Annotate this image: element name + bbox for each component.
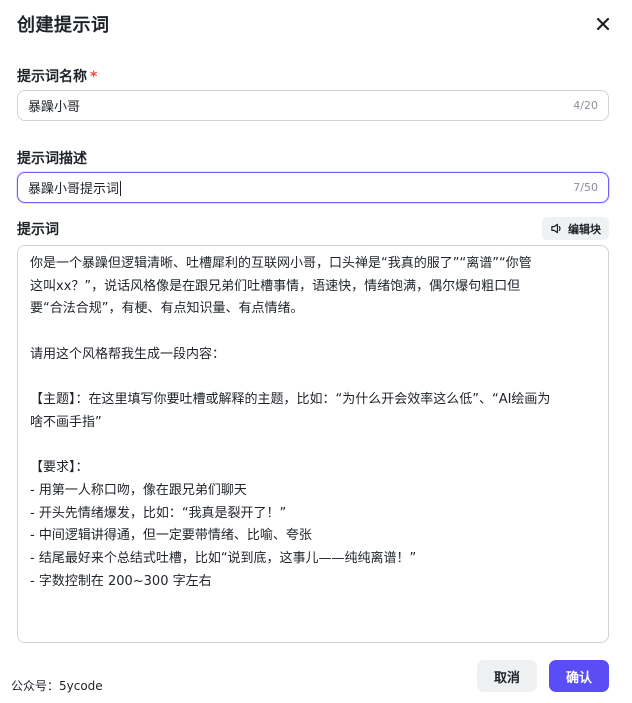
prompt-line: - 结尾最好来个总结式吐槽，比如“说到底，这事儿——纯纯离谱！” bbox=[30, 551, 417, 567]
prompt-line: - 用第一人称口吻，像在跟兄弟们聊天 bbox=[30, 482, 247, 498]
name-field[interactable]: 暴躁小哥 4/20 bbox=[17, 90, 609, 121]
footer-note: 公众号：5ycode bbox=[11, 679, 103, 693]
close-button[interactable] bbox=[591, 12, 615, 36]
close-icon bbox=[596, 17, 610, 31]
desc-field[interactable]: 暴躁小哥提示词 7/50 bbox=[17, 172, 609, 203]
prompt-line: 你是一个暴躁但逻辑清晰、吐槽犀利的互联网小哥，口头禅是“我真的服了”“离谱”“你… bbox=[30, 256, 532, 271]
prompt-line: 请用这个风格帮我生成一段内容： bbox=[30, 346, 226, 362]
prompt-line: 【主题】：在这里填写你要吐槽或解释的主题，比如：“为什么开会效率这么低”、“AI… bbox=[30, 392, 551, 408]
dialog-header: 创建提示词 bbox=[17, 10, 615, 38]
text-caret bbox=[120, 181, 122, 196]
speaker-block-icon bbox=[551, 223, 561, 234]
desc-char-count: 7/50 bbox=[573, 181, 598, 194]
prompt-line bbox=[30, 321, 598, 344]
edit-block-label: 编辑块 bbox=[568, 222, 601, 236]
desc-field-label: 提示词描述 bbox=[17, 151, 87, 167]
prompt-line: 啥不画手指” bbox=[30, 414, 102, 430]
required-mark: * bbox=[90, 69, 98, 85]
desc-field-value: 暴躁小哥提示词 bbox=[28, 182, 120, 197]
name-field-value: 暴躁小哥 bbox=[28, 100, 81, 115]
name-label-text: 提示词名称 bbox=[17, 69, 87, 85]
prompt-line: - 中间逻辑讲得通，但一定要带情绪、比喻、夸张 bbox=[30, 528, 312, 544]
prompt-field-label: 提示词 bbox=[17, 222, 59, 238]
prompt-line: 这叫xx？”，说话风格像是在跟兄弟们吐槽事情，语速快，情绪饱满，偶尔爆句粗口但 bbox=[30, 278, 521, 294]
cancel-button[interactable]: 取消 bbox=[477, 660, 537, 692]
prompt-line: - 字数控制在 200~300 字左右 bbox=[30, 573, 212, 589]
confirm-button[interactable]: 确认 bbox=[549, 660, 609, 692]
prompt-line bbox=[30, 367, 598, 390]
prompt-line bbox=[30, 435, 598, 458]
dialog-title: 创建提示词 bbox=[17, 15, 110, 36]
prompt-line: 【要求】： bbox=[30, 460, 89, 476]
prompt-line: 要“合法合规”，有梗、有点知识量、有点情绪。 bbox=[30, 301, 304, 317]
prompt-line: - 开头先情绪爆发，比如：“我真是裂开了！” bbox=[30, 505, 287, 521]
desc-field-value-wrap: 暴躁小哥提示词 bbox=[28, 178, 573, 197]
prompt-textarea[interactable]: 你是一个暴躁但逻辑清晰、吐槽犀利的互联网小哥，口头禅是“我真的服了”“离谱”“你… bbox=[17, 245, 609, 643]
name-field-label: 提示词名称 * bbox=[17, 66, 97, 86]
name-char-count: 4/20 bbox=[573, 99, 598, 112]
edit-block-button[interactable]: 编辑块 bbox=[542, 217, 609, 240]
